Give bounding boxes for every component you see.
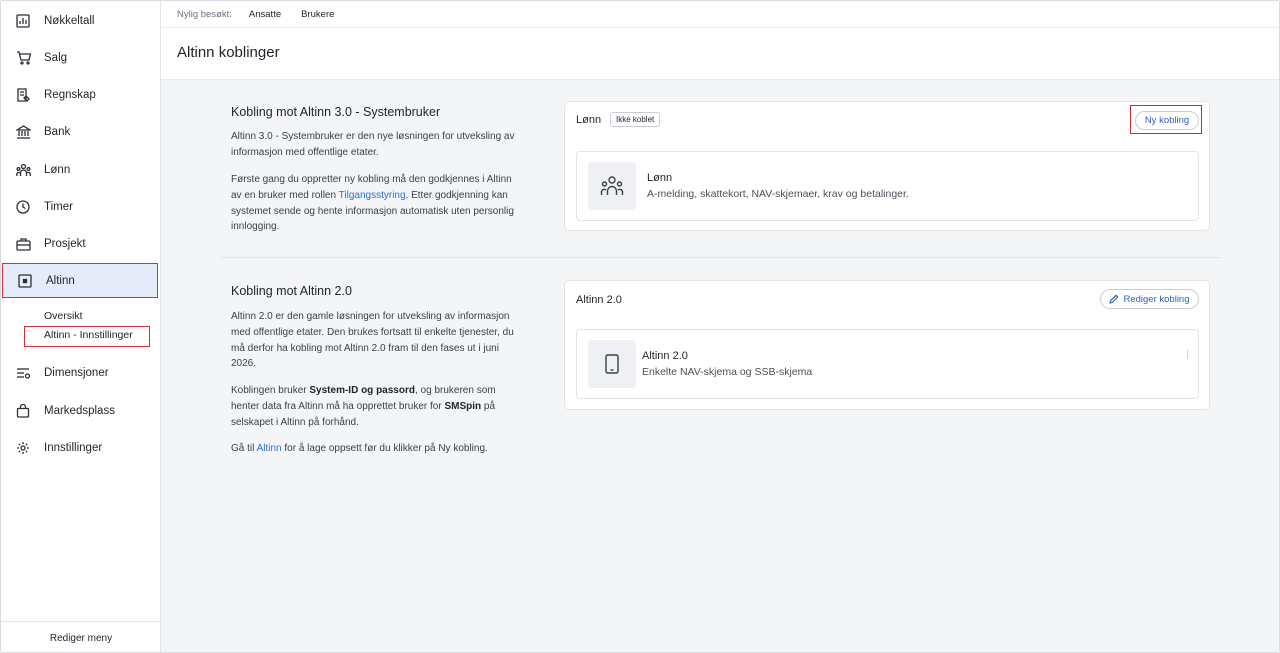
altinn3-description: Altinn 3.0 - Systembruker er den nye løs… xyxy=(231,131,515,158)
clock-icon xyxy=(15,199,31,215)
shopping-bag-icon xyxy=(15,403,31,419)
sidebar-item-label: Lønn xyxy=(44,163,71,176)
sidebar-subitem-oversikt[interactable]: Oversikt xyxy=(44,310,83,322)
people-icon xyxy=(588,162,636,210)
sidebar-item-label: Prosjekt xyxy=(44,237,86,250)
sidebar-item-label: Markedsplass xyxy=(44,404,115,417)
edit-connection-button[interactable]: Rediger kobling xyxy=(1100,289,1199,309)
altinn3-approval-text: Første gang du oppretter ny kobling må d… xyxy=(231,172,521,235)
text-part: for å lage oppsett før du klikker på Ny … xyxy=(281,443,488,454)
text-part: Koblingen bruker xyxy=(231,385,310,396)
sidebar-item-innstillinger[interactable]: Innstillinger xyxy=(1,429,161,466)
text-bold: System-ID og passord xyxy=(309,385,415,396)
text-bold: SMSpin xyxy=(444,400,482,412)
service-title: Lønn xyxy=(647,172,673,184)
recent-link-ansatte[interactable]: Ansatte xyxy=(249,9,281,20)
altinn2-service-item[interactable]: Altinn 2.0 Enkelte NAV-skjema og SSB-skj… xyxy=(576,329,1199,399)
recent-link-brukere[interactable]: Brukere xyxy=(301,9,334,20)
sidebar-item-label: Nøkkeltall xyxy=(44,14,95,27)
section-divider xyxy=(221,257,1221,258)
service-title: Altinn 2.0 xyxy=(642,350,688,362)
edit-menu-button[interactable]: Rediger meny xyxy=(1,621,161,652)
status-badge: Ikke koblet xyxy=(610,112,661,127)
sidebar-item-timer[interactable]: Timer xyxy=(1,188,161,225)
bar-chart-icon xyxy=(15,13,31,29)
sidebar-item-label: Salg xyxy=(44,51,68,64)
sidebar-item-label: Bank xyxy=(44,125,71,138)
sidebar-item-label: Dimensjoner xyxy=(44,366,109,379)
sidebar-subitem-altinn-innstillinger[interactable]: Altinn - Innstillinger xyxy=(24,326,150,347)
tilgangsstyring-link[interactable]: Tilgangsstyring xyxy=(339,190,406,201)
ledger-icon xyxy=(15,87,31,103)
altinn-link[interactable]: Altinn xyxy=(257,443,282,454)
altinn2-credentials-text: Koblingen bruker System-ID og passord, o… xyxy=(231,383,521,430)
people-icon xyxy=(15,162,31,178)
tablet-icon xyxy=(588,340,636,388)
bank-icon xyxy=(15,124,31,140)
sidebar: Nøkkeltall Salg Regnskap Bank Lønn Timer… xyxy=(1,1,161,652)
gear-icon xyxy=(15,440,31,456)
card-title: Lønn xyxy=(576,114,602,126)
sidebar-item-label: Altinn xyxy=(46,274,75,287)
lonn-connection-card: Lønn Ikke koblet Ny kobling Lønn A-meldi… xyxy=(564,101,1210,231)
dimensions-icon xyxy=(15,365,31,381)
pencil-icon xyxy=(1109,294,1119,304)
briefcase-icon xyxy=(15,236,31,252)
sidebar-item-label: Innstillinger xyxy=(44,441,103,454)
altinn2-connection-card: Altinn 2.0 Rediger kobling Altinn 2.0 En… xyxy=(564,280,1210,410)
sidebar-item-nokkeltall[interactable]: Nøkkeltall xyxy=(1,2,161,39)
sidebar-item-regnskap[interactable]: Regnskap xyxy=(1,76,161,113)
app-window: Nøkkeltall Salg Regnskap Bank Lønn Timer… xyxy=(0,0,1280,653)
page-title: Altinn koblinger xyxy=(177,44,280,61)
sidebar-item-label: Timer xyxy=(44,200,73,213)
text-part: Gå til xyxy=(231,443,257,454)
cart-icon xyxy=(15,50,31,66)
service-description: A-melding, skattekort, NAV-skjemaer, kra… xyxy=(647,188,909,200)
sidebar-item-label: Regnskap xyxy=(44,88,96,101)
lonn-service-item[interactable]: Lønn A-melding, skattekort, NAV-skjemaer… xyxy=(576,151,1199,221)
sidebar-item-bank[interactable]: Bank xyxy=(1,113,161,150)
recently-visited-bar: Nylig besøkt: Ansatte Brukere xyxy=(161,1,1279,28)
sidebar-item-lonn[interactable]: Lønn xyxy=(1,151,161,188)
sidebar-item-altinn[interactable]: Altinn xyxy=(2,263,158,298)
page-header: Altinn koblinger xyxy=(161,28,1279,80)
card-title: Altinn 2.0 xyxy=(576,294,622,306)
sidebar-item-salg[interactable]: Salg xyxy=(1,39,161,76)
sidebar-item-markedsplass[interactable]: Markedsplass xyxy=(1,392,161,429)
altinn3-section-title: Kobling mot Altinn 3.0 - Systembruker xyxy=(231,105,441,119)
altinn2-goto-text: Gå til Altinn for å lage oppsett før du … xyxy=(231,441,521,457)
altinn-icon xyxy=(17,273,33,289)
altinn2-description: Altinn 2.0 er den gamle løsningen for ut… xyxy=(231,311,514,370)
sidebar-item-dimensjoner[interactable]: Dimensjoner xyxy=(1,354,161,391)
button-label: Rediger kobling xyxy=(1123,293,1190,305)
sidebar-item-prosjekt[interactable]: Prosjekt xyxy=(1,225,161,262)
recently-visited-label: Nylig besøkt: xyxy=(177,8,232,20)
service-description: Enkelte NAV-skjema og SSB-skjema xyxy=(642,366,813,378)
scroll-indicator xyxy=(1187,350,1188,359)
highlight-outline xyxy=(1130,105,1202,134)
altinn2-section-title: Kobling mot Altinn 2.0 xyxy=(231,284,352,298)
